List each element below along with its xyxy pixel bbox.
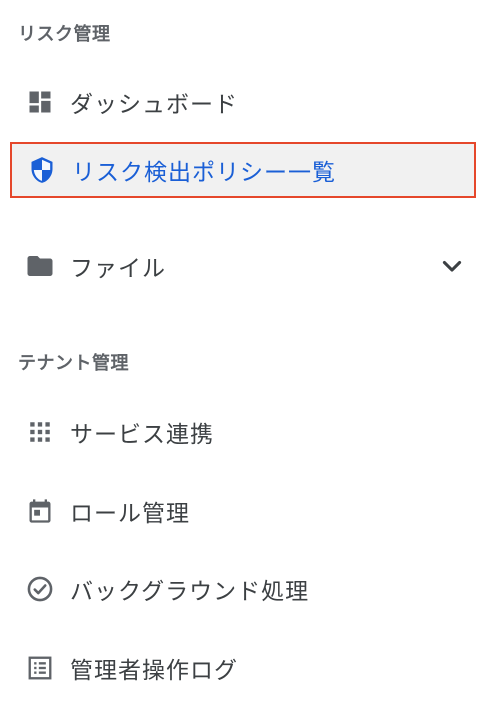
dashboard-icon [24, 86, 56, 118]
nav-item-label: ロール管理 [70, 501, 190, 527]
folder-icon [24, 250, 56, 282]
calendar-icon [24, 495, 56, 527]
nav-item-risk-policies[interactable]: リスク検出ポリシー一覧 [10, 142, 476, 198]
list-alt-icon [24, 652, 56, 684]
nav-item-role-management[interactable]: ロール管理 [10, 483, 476, 539]
nav-item-label: サービス連携 [70, 422, 214, 448]
nav-item-service-integration[interactable]: サービス連携 [10, 404, 476, 460]
chevron-down-icon[interactable] [438, 252, 466, 280]
section-header-tenant: テナント管理 [18, 353, 129, 374]
shield-icon [26, 154, 58, 186]
section-header-risk: リスク管理 [18, 24, 111, 45]
nav-item-label: バックグラウンド処理 [70, 579, 310, 605]
nav-item-files[interactable]: ファイル [10, 238, 476, 294]
check-circle-icon [24, 573, 56, 605]
nav-item-dashboard[interactable]: ダッシュボード [10, 74, 476, 130]
nav-item-label: ファイル [70, 256, 166, 282]
nav-item-admin-audit-log[interactable]: 管理者操作ログ [10, 640, 476, 696]
nav-item-label: 管理者操作ログ [70, 658, 238, 684]
apps-grid-icon [24, 416, 56, 448]
nav-item-background-processing[interactable]: バックグラウンド処理 [10, 561, 476, 617]
nav-item-label: リスク検出ポリシー一覧 [72, 160, 336, 186]
nav-item-label: ダッシュボード [70, 92, 238, 118]
